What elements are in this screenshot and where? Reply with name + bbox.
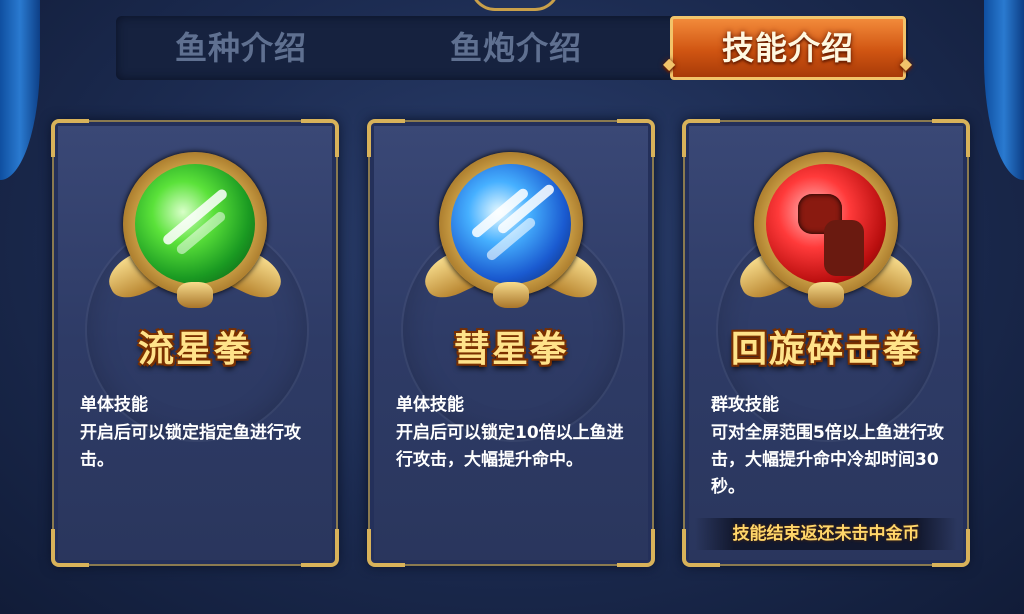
- tab-skills[interactable]: 技能介绍: [663, 16, 913, 93]
- skill-type: 单体技能: [80, 395, 148, 415]
- left-curtain-decoration: [0, 0, 40, 180]
- corner-ornament: [301, 529, 339, 567]
- red-fist-icon: [766, 164, 886, 284]
- corner-ornament: [367, 119, 405, 157]
- skill-card-comet-punch: 彗星拳 单体技能 开启后可以锁定10倍以上鱼进行攻击，大幅提升命中。: [367, 119, 655, 567]
- green-meteor-icon: [135, 164, 255, 284]
- skill-description: 可对全屏范围5倍以上鱼进行攻击，大幅提升命中冷却时间30秒。: [711, 423, 944, 497]
- skill-type: 单体技能: [396, 395, 464, 415]
- skill-type: 群攻技能: [711, 395, 779, 415]
- corner-ornament: [301, 119, 339, 157]
- skill-name: 彗星拳: [453, 329, 568, 370]
- tab-cannons[interactable]: 鱼炮介绍: [431, 16, 601, 80]
- tab-fish-types[interactable]: 鱼种介绍: [156, 16, 326, 80]
- skill-medal: [417, 144, 605, 324]
- skill-description: 开启后可以锁定指定鱼进行攻击。: [80, 423, 301, 470]
- corner-ornament: [367, 529, 405, 567]
- blue-comet-icon: [451, 164, 571, 284]
- corner-ornament: [51, 529, 89, 567]
- corner-ornament: [682, 119, 720, 157]
- skill-name: 流星拳: [137, 329, 252, 370]
- skill-medal: [101, 144, 289, 324]
- corner-ornament: [617, 119, 655, 157]
- medal-knot: [808, 282, 844, 308]
- skill-description: 开启后可以锁定10倍以上鱼进行攻击，大幅提升命中。: [396, 423, 624, 470]
- skill-name: 回旋碎击拳: [730, 329, 921, 370]
- corner-ornament: [51, 119, 89, 157]
- tab-bar: 鱼种介绍 鱼炮介绍 技能介绍: [116, 16, 913, 93]
- medal-knot: [177, 282, 213, 308]
- medal-knot: [493, 282, 529, 308]
- corner-ornament: [617, 529, 655, 567]
- skill-medal: [732, 144, 920, 324]
- corner-ornament: [932, 119, 970, 157]
- skill-card-meteor-punch: 流星拳 单体技能 开启后可以锁定指定鱼进行攻击。: [51, 119, 339, 567]
- top-frame-ornament: [470, 0, 560, 11]
- right-curtain-decoration: [984, 0, 1024, 180]
- skill-card-spin-smash-punch: 回旋碎击拳 群攻技能 可对全屏范围5倍以上鱼进行攻击，大幅提升命中冷却时间30秒…: [682, 119, 970, 567]
- refund-note-banner: 技能结束返还未击中金币: [695, 518, 957, 550]
